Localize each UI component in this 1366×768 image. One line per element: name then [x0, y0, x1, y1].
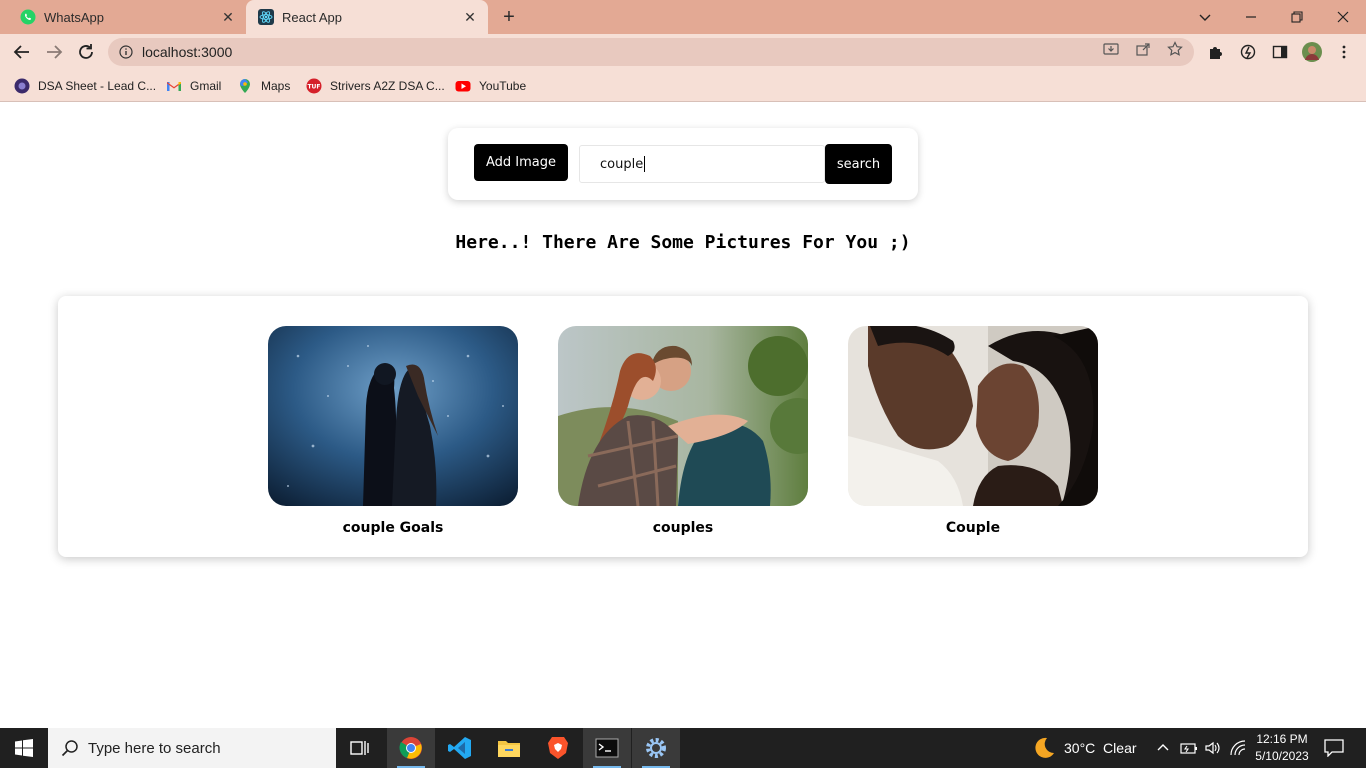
- add-image-button[interactable]: Add Image: [474, 144, 568, 181]
- react-icon: [258, 9, 274, 25]
- maps-icon: [237, 78, 253, 94]
- settings-gear-icon[interactable]: [632, 728, 680, 768]
- windows-start-icon[interactable]: [0, 728, 48, 768]
- bookmark-strivers[interactable]: TUF Strivers A2Z DSA C...: [306, 76, 445, 96]
- image-card[interactable]: Couple: [848, 326, 1098, 536]
- tuf-icon: TUF: [306, 78, 322, 94]
- close-tab-icon[interactable]: ✕: [462, 9, 478, 25]
- weather-text: 30°C Clear: [1064, 740, 1137, 756]
- new-tab-button[interactable]: +: [498, 6, 520, 28]
- extension-icon[interactable]: [1238, 42, 1258, 62]
- clock-time: 12:16 PM: [1256, 732, 1308, 746]
- image-caption: couples: [652, 520, 714, 536]
- bookmark-dsa-sheet[interactable]: DSA Sheet - Lead C...: [14, 76, 156, 96]
- image-card[interactable]: couples: [558, 326, 808, 536]
- share-icon[interactable]: [1134, 40, 1152, 58]
- restore-icon[interactable]: [1274, 0, 1320, 34]
- notification-center-icon[interactable]: [1324, 728, 1344, 768]
- bookmark-label: Strivers A2Z DSA C...: [330, 79, 445, 93]
- close-window-icon[interactable]: [1320, 0, 1366, 34]
- search-input[interactable]: couple: [579, 145, 825, 183]
- extensions-puzzle-icon[interactable]: [1206, 42, 1226, 62]
- install-app-icon[interactable]: [1102, 40, 1120, 58]
- bookmark-star-icon[interactable]: [1166, 40, 1184, 58]
- wifi-icon[interactable]: [1229, 728, 1247, 768]
- bookmark-label: YouTube: [479, 79, 527, 93]
- url-text: localhost:3000: [142, 44, 233, 60]
- bookmark-gmail[interactable]: Gmail: [166, 76, 221, 96]
- dsa-sheet-icon: [14, 78, 30, 94]
- site-info-icon[interactable]: [118, 44, 134, 60]
- tab-title: WhatsApp: [44, 9, 104, 25]
- system-clock[interactable]: 12:16 PM 5/10/2023: [1250, 731, 1314, 765]
- search-button[interactable]: search: [825, 144, 892, 184]
- whatsapp-icon: [20, 9, 36, 25]
- bookmark-maps[interactable]: Maps: [237, 76, 290, 96]
- browser-tab-strip: WhatsApp ✕ React App ✕ +: [0, 0, 1366, 34]
- tab-search-chevron-icon[interactable]: [1182, 0, 1228, 34]
- image-gallery: couple Goals couples Couple: [58, 296, 1308, 557]
- text-caret: [644, 156, 646, 172]
- clock-date: 5/10/2023: [1255, 749, 1309, 763]
- weather-widget[interactable]: 30°C Clear: [1032, 728, 1137, 768]
- moon-icon: [1032, 736, 1056, 760]
- profile-avatar[interactable]: [1302, 42, 1322, 62]
- task-view-icon[interactable]: [336, 728, 384, 768]
- gallery-image[interactable]: [268, 326, 518, 506]
- browser-toolbar: localhost:3000: [0, 34, 1366, 70]
- back-arrow-icon[interactable]: [10, 40, 34, 64]
- terminal-icon[interactable]: [583, 728, 631, 768]
- tab-react-app[interactable]: React App ✕: [246, 0, 488, 34]
- bookmark-youtube[interactable]: YouTube: [455, 76, 526, 96]
- search-icon: [60, 738, 80, 758]
- chrome-taskbar-icon[interactable]: [387, 728, 435, 768]
- bookmark-label: Maps: [261, 79, 291, 93]
- kebab-menu-icon[interactable]: [1334, 42, 1354, 62]
- tab-whatsapp[interactable]: WhatsApp ✕: [8, 0, 246, 34]
- taskbar-search-box[interactable]: Type here to search: [48, 728, 336, 768]
- page-heading: Here..! There Are Some Pictures For You …: [455, 232, 911, 253]
- taskbar-search-placeholder: Type here to search: [88, 739, 221, 757]
- gmail-icon: [166, 78, 182, 94]
- forward-arrow-icon[interactable]: [42, 40, 66, 64]
- bookmarks-bar: DSA Sheet - Lead C... Gmail Maps TUF Str…: [0, 70, 1366, 102]
- bookmark-label: Gmail: [190, 79, 222, 93]
- image-caption: couple Goals: [342, 520, 444, 536]
- search-input-value: couple: [600, 156, 644, 172]
- gallery-image[interactable]: [558, 326, 808, 506]
- image-caption: Couple: [945, 520, 1001, 536]
- file-explorer-icon[interactable]: [485, 728, 533, 768]
- image-card[interactable]: couple Goals: [268, 326, 518, 536]
- brave-browser-icon[interactable]: [534, 728, 582, 768]
- youtube-icon: [455, 78, 471, 94]
- page-content: Add Image couple search Here..! There Ar…: [0, 103, 1366, 728]
- reload-icon[interactable]: [74, 40, 98, 64]
- gallery-image[interactable]: [848, 326, 1098, 506]
- minimize-icon[interactable]: [1228, 0, 1274, 34]
- bookmark-label: DSA Sheet - Lead C...: [38, 79, 157, 93]
- volume-icon[interactable]: [1204, 728, 1222, 768]
- battery-icon[interactable]: [1180, 728, 1198, 768]
- svg-text:TUF: TUF: [307, 84, 320, 91]
- close-tab-icon[interactable]: ✕: [220, 9, 236, 25]
- tab-title: React App: [282, 9, 342, 25]
- side-panel-icon[interactable]: [1270, 42, 1290, 62]
- show-hidden-icons-chevron-icon[interactable]: [1155, 728, 1171, 768]
- address-bar[interactable]: localhost:3000: [108, 38, 1194, 66]
- vscode-taskbar-icon[interactable]: [436, 728, 484, 768]
- search-card: Add Image couple search: [448, 128, 918, 200]
- taskbar: Type here to search 30°C Clear 12:16 PM …: [0, 728, 1366, 768]
